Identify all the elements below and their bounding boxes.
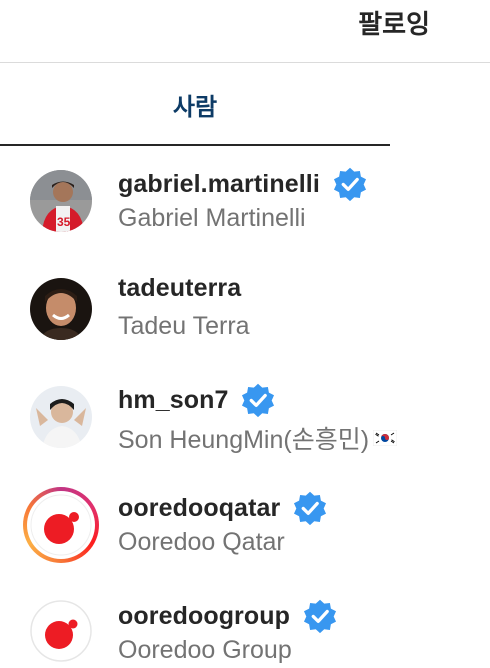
avatar[interactable]: [30, 278, 92, 340]
username-line: gabriel.martinelli: [118, 166, 368, 202]
username[interactable]: hm_son7: [118, 386, 228, 415]
verified-badge-icon: [303, 599, 337, 634]
username[interactable]: tadeuterra: [118, 274, 241, 303]
verified-badge-icon: [333, 167, 366, 202]
username[interactable]: ooredoogroup: [118, 602, 290, 631]
story-ring[interactable]: [23, 487, 99, 563]
tab-bar: 사람: [0, 63, 490, 146]
full-name: Gabriel Martinelli: [118, 204, 306, 232]
south-korea-flag-icon: [373, 430, 398, 446]
full-name: Tadeu Terra: [118, 312, 250, 340]
list-item[interactable]: tadeuterra Tadeu Terra: [0, 254, 490, 362]
ooredoo-logo-icon: [30, 494, 92, 556]
username-line: tadeuterra: [118, 274, 241, 303]
page-title: 팔로잉: [358, 10, 430, 40]
avatar-photo-icon: [30, 386, 92, 448]
list-item[interactable]: ooredooqatar Ooredoo Qatar: [0, 470, 490, 578]
full-name: Ooredoo Qatar: [118, 528, 285, 556]
avatar[interactable]: [30, 600, 92, 662]
list-item[interactable]: 35 gabriel.martinelli Gabriel Martinelli: [0, 146, 490, 254]
list-item[interactable]: hm_son7 Son HeungMin(손흥민): [0, 362, 490, 470]
avatar-photo-icon: [30, 278, 92, 340]
svg-text:35: 35: [57, 215, 71, 229]
full-name-line: Son HeungMin(손흥민): [118, 420, 398, 456]
username[interactable]: ooredooqatar: [118, 494, 280, 523]
following-list: 35 gabriel.martinelli Gabriel Martinelli: [0, 146, 490, 668]
username-line: ooredoogroup: [118, 598, 338, 634]
avatar[interactable]: 35: [30, 170, 92, 232]
list-item[interactable]: ooredoogroup Ooredoo Group: [0, 578, 490, 668]
verified-badge-icon: [294, 491, 327, 526]
following-page: 팔로잉 사람 35 gabriel.martinelli Gabriel Mar…: [0, 0, 490, 668]
ooredoo-logo-icon: [30, 600, 92, 662]
username-line: hm_son7: [118, 382, 276, 418]
tab-people[interactable]: 사람: [0, 63, 390, 146]
username[interactable]: gabriel.martinelli: [118, 170, 320, 199]
header: 팔로잉: [0, 0, 490, 63]
full-name: Son HeungMin(손흥민): [118, 426, 370, 454]
tab-people-label: 사람: [172, 93, 218, 121]
verified-badge-icon: [242, 383, 275, 418]
username-line: ooredooqatar: [118, 490, 328, 526]
avatar-photo-icon: 35: [30, 170, 92, 232]
avatar[interactable]: [30, 386, 92, 448]
full-name: Ooredoo Group: [118, 636, 292, 664]
